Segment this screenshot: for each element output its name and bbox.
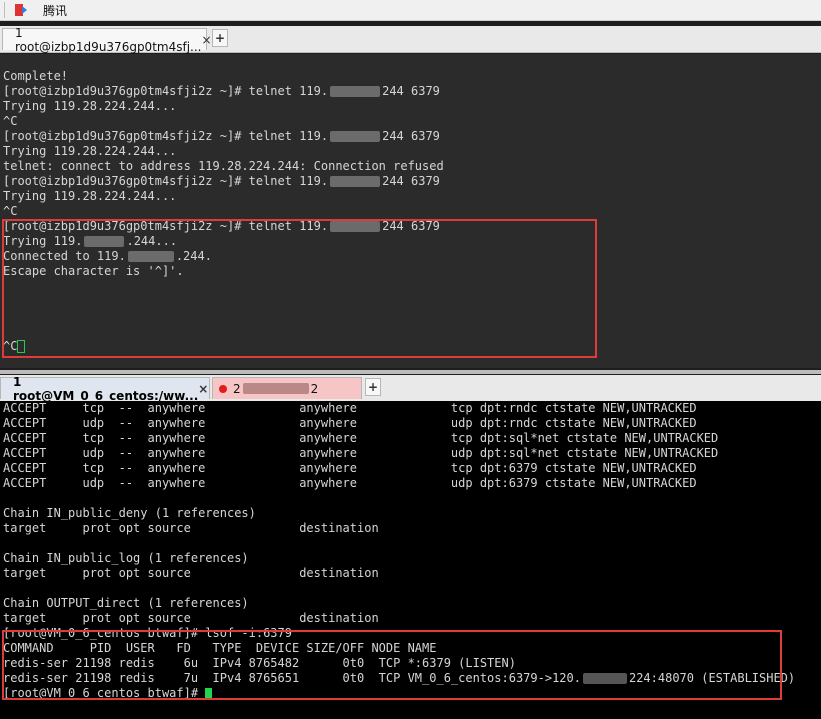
terminal-line-text: [root@izbp1d9u376gp0tm4sfji2z ~]# telnet… <box>3 129 329 143</box>
redacted-mask <box>330 86 381 97</box>
terminal-line: ACCEPT udp -- anywhere anywhere udp dpt:… <box>0 416 821 431</box>
terminal-line: ACCEPT tcp -- anywhere anywhere tcp dpt:… <box>0 401 821 416</box>
tab-session-2-bottom[interactable]: 2 2 <box>212 377 362 399</box>
terminal-line: ACCEPT tcp -- anywhere anywhere tcp dpt:… <box>0 431 821 446</box>
app-titlebar: 腾讯 <box>0 0 821 21</box>
terminal-line: ACCEPT udp -- anywhere anywhere udp dpt:… <box>0 476 821 491</box>
terminal-line-text: telnet: connect to address 119.28.224.24… <box>3 159 444 173</box>
terminal-line-text: ^C <box>3 114 18 128</box>
terminal-line: Trying 119.28.224.244... <box>0 144 821 159</box>
terminal-line: ^C <box>0 114 821 129</box>
redacted-mask <box>330 176 381 187</box>
terminal-line-text: ^C <box>3 204 18 218</box>
close-icon[interactable]: × <box>198 382 208 396</box>
tab-label: 2 <box>233 381 241 396</box>
terminal-line: [root@izbp1d9u376gp0tm4sfji2z ~]# telnet… <box>0 129 821 144</box>
terminal-line: Chain OUTPUT_direct (1 references) <box>0 596 821 611</box>
terminal-line-text: target prot opt source destination <box>3 611 379 625</box>
terminal-line: target prot opt source destination <box>0 521 821 536</box>
close-icon[interactable]: × <box>201 33 211 47</box>
terminal-line-text: ACCEPT tcp -- anywhere anywhere tcp dpt:… <box>3 461 697 475</box>
terminal-line-text: target prot opt source destination <box>3 521 379 535</box>
pane-separator[interactable] <box>0 370 821 374</box>
app-title: 腾讯 <box>43 4 68 18</box>
new-tab-button[interactable]: + <box>212 29 228 47</box>
highlight-box-telnet <box>2 219 597 358</box>
terminal-line-text: Complete! <box>3 69 69 83</box>
terminal-line-text: ACCEPT udp -- anywhere anywhere udp dpt:… <box>3 476 697 490</box>
toolbar-divider <box>4 2 5 18</box>
tab-session-1-bottom[interactable]: 1 root@VM_0_6_centos:/ww... × <box>0 375 210 403</box>
terminal-line: ^C <box>0 204 821 219</box>
terminal-line-text: ACCEPT tcp -- anywhere anywhere tcp dpt:… <box>3 431 719 445</box>
terminal-line-text: Chain IN_public_log (1 references) <box>3 551 249 565</box>
app-logo-icon <box>15 4 27 16</box>
top-session-tabbar: 1 root@izbp1d9u376gp0tm4sfj... × + <box>0 26 821 54</box>
terminal-line-text: ACCEPT udp -- anywhere anywhere udp dpt:… <box>3 446 719 460</box>
tab-label: 1 root@izbp1d9u376gp0tm4sfj... <box>15 25 202 54</box>
terminal-line: telnet: connect to address 119.28.224.24… <box>0 159 821 174</box>
terminal-line: Chain IN_public_deny (1 references) <box>0 506 821 521</box>
new-tab-button[interactable]: + <box>365 378 381 396</box>
terminal-line-text: Trying 119.28.224.244... <box>3 144 177 158</box>
highlight-box-lsof <box>2 630 782 700</box>
terminal-line: ACCEPT tcp -- anywhere anywhere tcp dpt:… <box>0 461 821 476</box>
terminal-line: [root@izbp1d9u376gp0tm4sfji2z ~]# telnet… <box>0 174 821 189</box>
terminal-line: target prot opt source destination <box>0 611 821 626</box>
terminal-line-suffix: 244 6379 <box>382 84 440 98</box>
redacted-mask <box>330 131 381 142</box>
terminal-line: Trying 119.28.224.244... <box>0 99 821 114</box>
terminal-line-text: target prot opt source destination <box>3 566 379 580</box>
terminal-line-text: ACCEPT tcp -- anywhere anywhere tcp dpt:… <box>3 401 697 415</box>
terminal-line-text: [root@izbp1d9u376gp0tm4sfji2z ~]# telnet… <box>3 174 329 188</box>
terminal-line: Trying 119.28.224.244... <box>0 189 821 204</box>
terminal-line: ACCEPT udp -- anywhere anywhere udp dpt:… <box>0 446 821 461</box>
terminal-line-suffix: 244 6379 <box>382 174 440 188</box>
terminal-line: Chain IN_public_log (1 references) <box>0 551 821 566</box>
terminal-line-text: [root@izbp1d9u376gp0tm4sfji2z ~]# telnet… <box>3 84 329 98</box>
terminal-line: [root@izbp1d9u376gp0tm4sfji2z ~]# telnet… <box>0 84 821 99</box>
tab-label-suffix: 2 <box>310 381 319 396</box>
terminal-line-text: Trying 119.28.224.244... <box>3 99 177 113</box>
redacted-mask <box>242 383 309 394</box>
terminal-line-suffix: 244 6379 <box>382 129 440 143</box>
terminal-line-text: Trying 119.28.224.244... <box>3 189 177 203</box>
session-status-icon <box>219 384 227 393</box>
terminal-line: Complete! <box>0 69 821 84</box>
terminal-line-text: Chain OUTPUT_direct (1 references) <box>3 596 249 610</box>
tab-session-1-top[interactable]: 1 root@izbp1d9u376gp0tm4sfj... × <box>2 26 212 54</box>
terminal-line: target prot opt source destination <box>0 566 821 581</box>
terminal-line-text: Chain IN_public_deny (1 references) <box>3 506 256 520</box>
terminal-line-text: ACCEPT udp -- anywhere anywhere udp dpt:… <box>3 416 697 430</box>
tab-label: 1 root@VM_0_6_centos:/ww... <box>13 374 199 403</box>
bottom-session-tabbar: 1 root@VM_0_6_centos:/ww... × 2 2 + <box>0 375 821 403</box>
